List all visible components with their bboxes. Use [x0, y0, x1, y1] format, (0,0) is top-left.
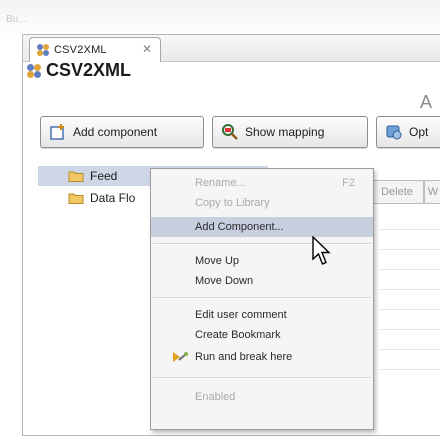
menu-item-copy-to-library[interactable]: Copy to Library: [151, 193, 373, 213]
menu-item-rename[interactable]: Rename... F2: [151, 173, 373, 193]
menu-item-edit-user-comment[interactable]: Edit user comment: [151, 305, 373, 325]
menu-item-label: Move Down: [195, 275, 254, 287]
menu-item-create-bookmark[interactable]: Create Bookmark: [151, 325, 373, 345]
menu-item-label: Rename...: [195, 177, 246, 189]
folder-icon: [68, 171, 84, 182]
menu-item-label: Edit user comment: [195, 309, 287, 321]
w-button[interactable]: W: [424, 180, 440, 204]
tab-csv2xml[interactable]: CSV2XML ✕: [29, 37, 161, 62]
menu-item-add-component[interactable]: Add Component...: [151, 217, 373, 237]
tree-item-label: Feed: [90, 169, 118, 183]
delete-button[interactable]: Delete: [370, 180, 424, 204]
folder-icon: [68, 193, 84, 204]
options-label: Opt: [409, 125, 429, 139]
menu-item-label: Copy to Library: [195, 197, 270, 209]
options-icon: [386, 125, 402, 140]
menu-item-label: Add Component...: [195, 221, 284, 233]
add-component-label: Add component: [73, 125, 158, 139]
run-break-icon: [173, 352, 188, 362]
menu-item-label: Move Up: [195, 255, 240, 267]
tab-title: CSV2XML: [54, 44, 107, 56]
mapping-icon: [222, 124, 238, 140]
tree-item-data-flow[interactable]: Data Flo: [38, 188, 158, 208]
mouse-pointer-icon: [312, 236, 331, 265]
menu-separator: [153, 297, 371, 299]
menu-separator: [153, 377, 371, 379]
page-title-text: CSV2XML: [46, 60, 132, 80]
menu-item-label: Create Bookmark: [195, 329, 281, 341]
add-component-icon: [50, 124, 64, 140]
menu-item-enabled[interactable]: Enabled: [151, 387, 373, 407]
tab-close-icon[interactable]: ✕: [142, 42, 152, 56]
menu-item-accelerator: F2: [342, 177, 355, 189]
component-icon: [37, 44, 49, 56]
menu-item-label: Enabled: [195, 391, 236, 403]
menu-item-label: Run and break here: [195, 351, 293, 363]
heading-right-fragment: A: [420, 92, 433, 112]
menu-item-move-down[interactable]: Move Down: [151, 271, 373, 291]
editor-tab-bar: CSV2XML ✕: [23, 35, 440, 62]
add-component-button[interactable]: Add component: [40, 116, 204, 148]
show-mapping-label: Show mapping: [245, 125, 325, 139]
show-mapping-button[interactable]: Show mapping: [212, 116, 368, 148]
menu-separator: [153, 243, 371, 245]
options-button[interactable]: Opt: [376, 116, 440, 148]
background-label: Bu...: [6, 14, 27, 25]
context-menu: Rename... F2 Copy to Library Add Compone…: [150, 168, 374, 430]
menu-item-move-up[interactable]: Move Up: [151, 251, 373, 271]
component-icon: [27, 64, 41, 78]
menu-item-run-and-break-here[interactable]: Run and break here: [151, 347, 373, 367]
tree-item-label: Data Flo: [90, 191, 136, 205]
right-panel-rows: [380, 210, 440, 390]
